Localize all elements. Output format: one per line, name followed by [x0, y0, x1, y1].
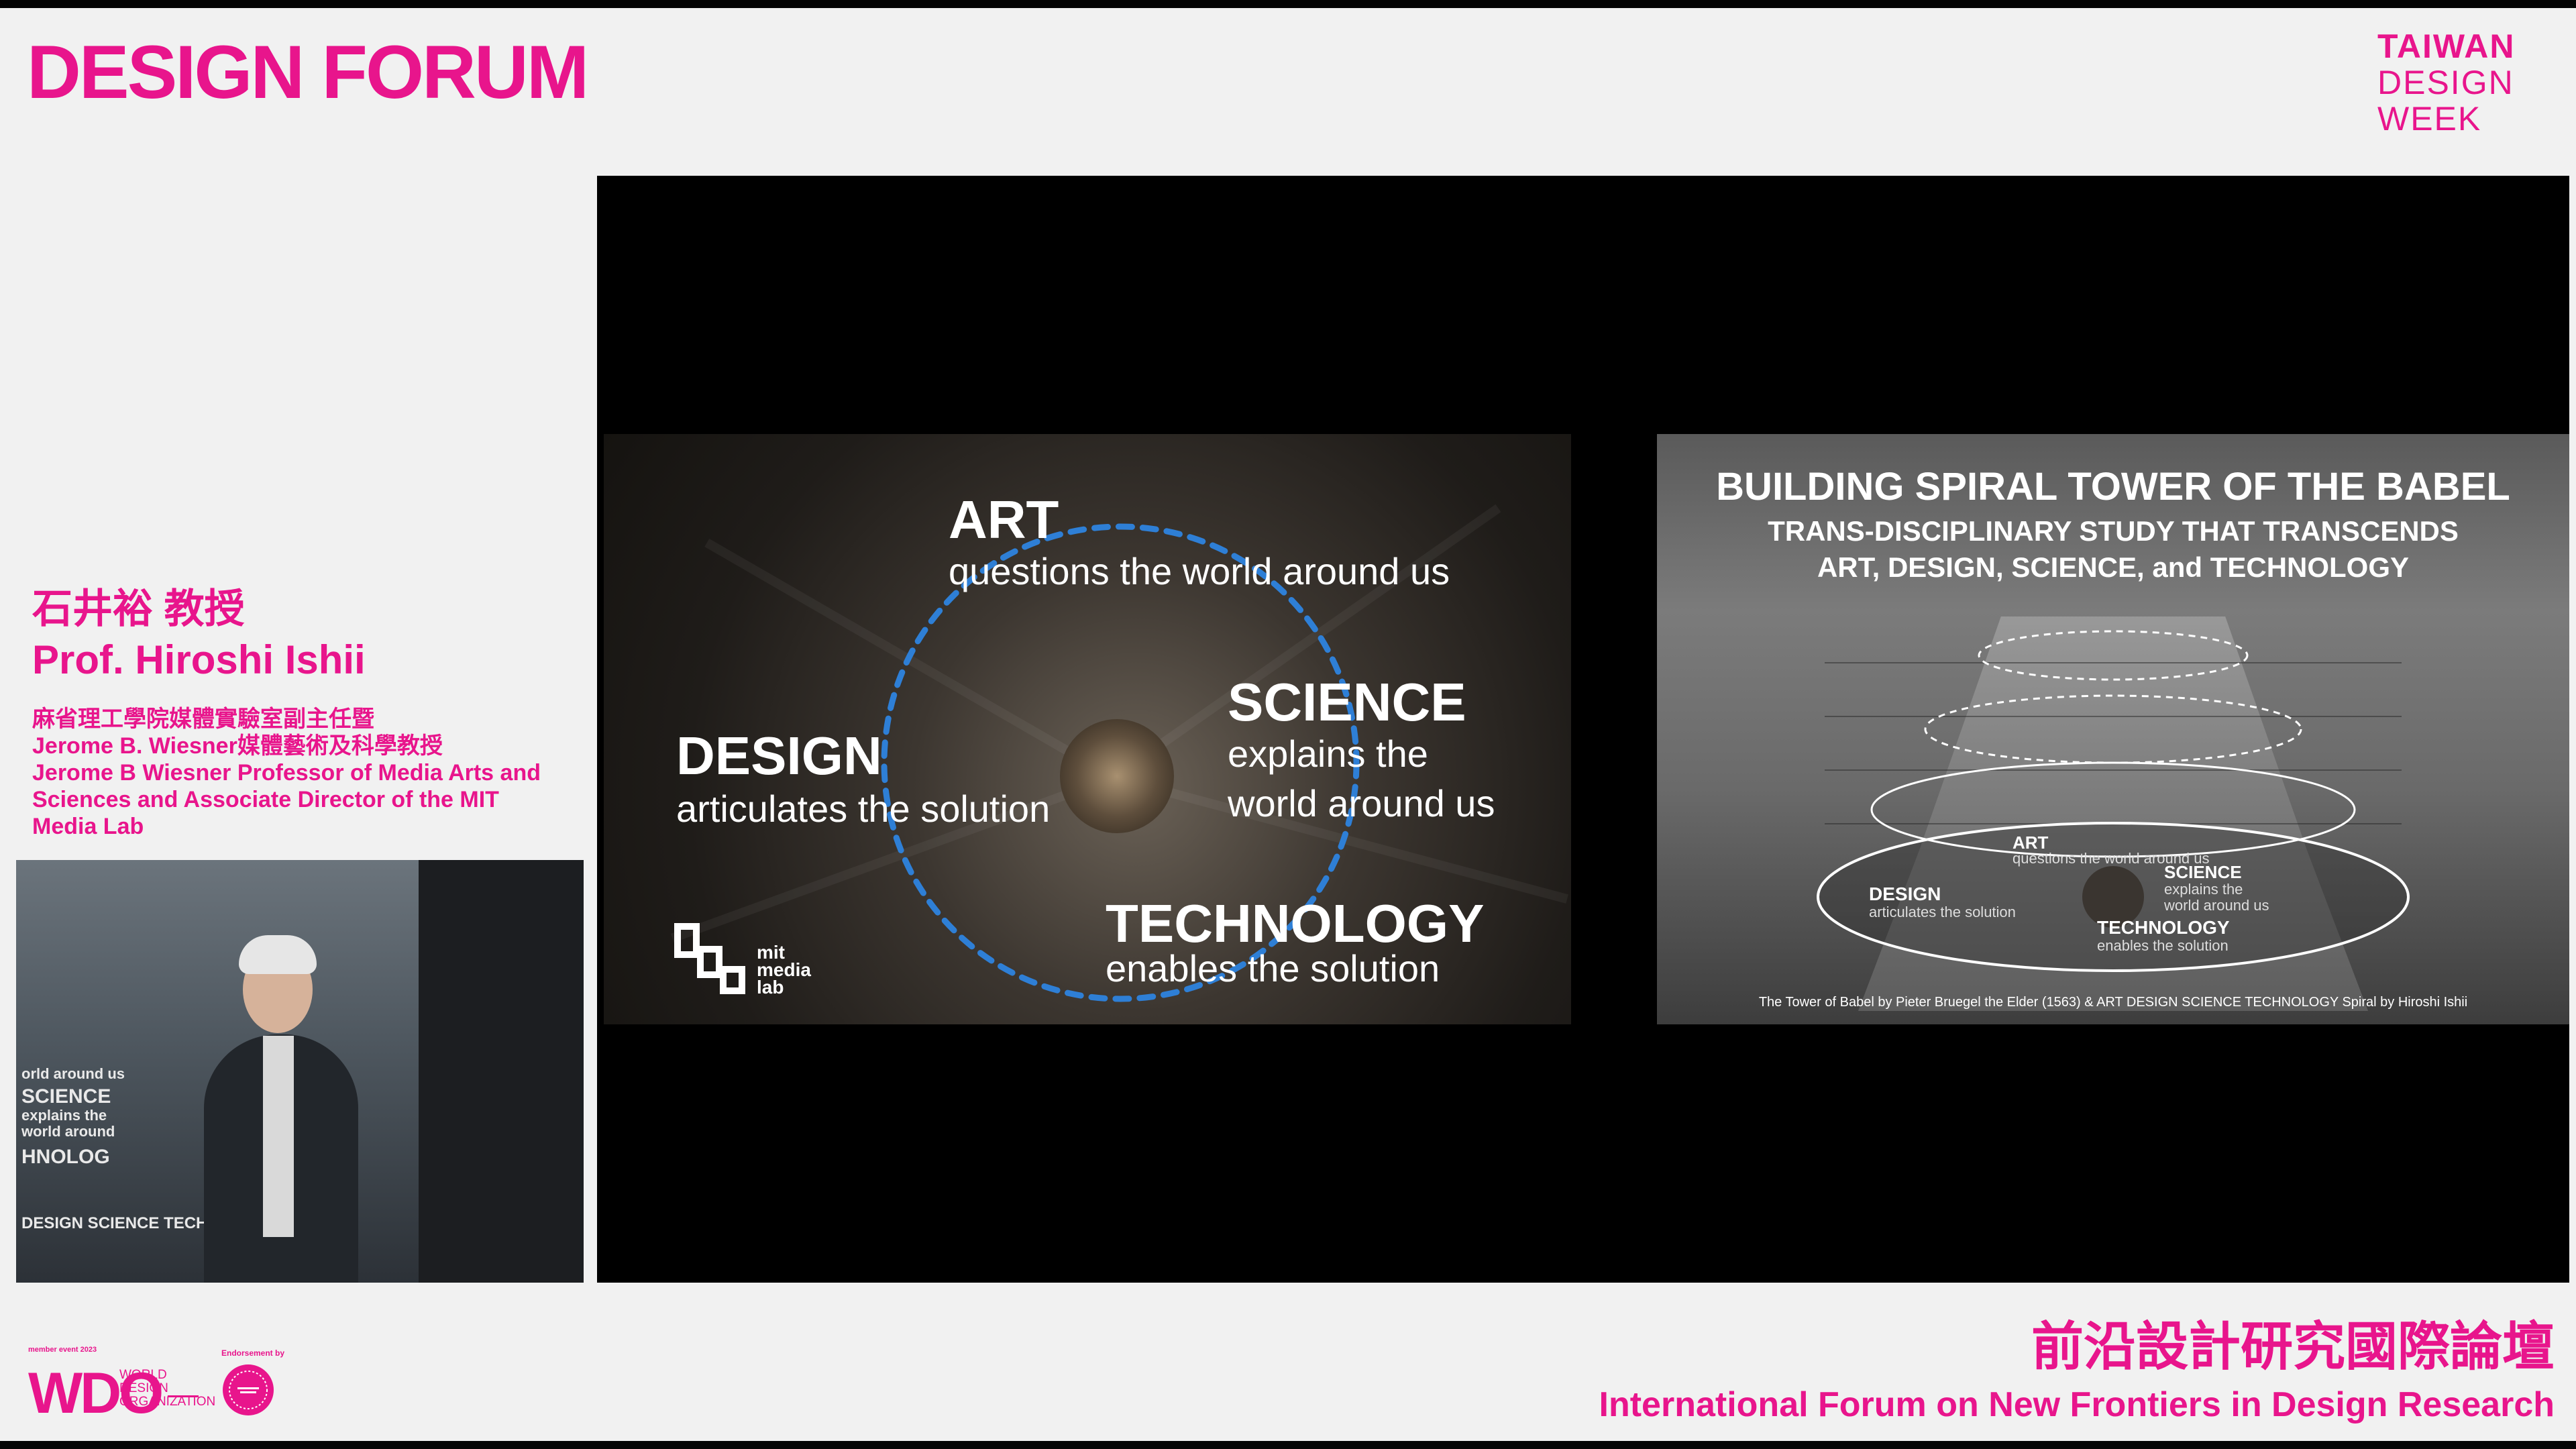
wdo-rule-divider — [168, 1395, 199, 1397]
speaker-shirt — [263, 1036, 294, 1237]
babel-subtitle-line: TRANS-DISCIPLINARY STUDY THAT TRANSCENDS — [1768, 515, 2459, 547]
taiwan-design-week-logo: TAIWAN DESIGN WEEK — [2377, 28, 2525, 137]
technology-description: enables the solution — [1106, 947, 1440, 989]
science-description-line: explains the — [1228, 733, 1428, 775]
speaker-name-english: Prof. Hiroshi Ishii — [32, 637, 366, 682]
affiliation-line: Media Lab — [32, 814, 144, 839]
spiral-label-technology-desc: enables the solution — [2097, 937, 2229, 954]
painting-credit: The Tower of Babel by Pieter Bruegel the… — [1758, 995, 2468, 1010]
technology-title: TECHNOLOGY — [1106, 894, 1485, 953]
endorsement-badge-icon — [223, 1364, 274, 1415]
wdo-organization-name: WORLD DESIGN ORGANIZATION — [119, 1368, 215, 1409]
spiral-label-art: ART — [2012, 833, 2049, 853]
speaker-video-feed[interactable]: orld around us SCIENCE explains the worl… — [16, 860, 584, 1283]
design-title: DESIGN — [676, 726, 882, 786]
video-backdrop-text: orld around us — [21, 1065, 125, 1082]
affiliation-line: Jerome B Wiesner Professor of Media Arts… — [32, 760, 541, 786]
slide-tower-of-babel: BUILDING SPIRAL TOWER OF THE BABEL TRANS… — [1657, 434, 2569, 1024]
presentation-stage: ART questions the world around us DESIGN… — [597, 176, 2569, 1283]
affiliation-line: Jerome B. Wiesner媒體藝術及科學教授 — [32, 733, 443, 759]
wordmark-line: lab — [757, 977, 784, 998]
spiral-label-science-desc: explains the — [2164, 881, 2243, 898]
logo-line-design: DESIGN — [2377, 64, 2514, 101]
wdo-org-line: ORGANIZATION — [119, 1395, 216, 1409]
babel-subtitle-line: ART, DESIGN, SCIENCE, and TECHNOLOGY — [1817, 551, 2410, 583]
speaker-name-chinese: 石井裕 教授 — [32, 586, 245, 631]
top-edge-bar — [0, 0, 2576, 8]
forum-title-chinese: 前沿設計研究國際論壇 — [2031, 1317, 2555, 1376]
spiral-label-design-desc: articulates the solution — [1869, 904, 2016, 920]
design-forum-title: DESIGN FORUM — [27, 30, 589, 114]
video-backdrop-text: SCIENCE — [21, 1085, 111, 1108]
design-description: articulates the solution — [676, 788, 1051, 830]
wdo-member-event-label: member event 2023 — [28, 1346, 97, 1354]
video-backdrop-text: DESIGN SCIENCE TECHN — [21, 1214, 219, 1232]
video-backdrop-text: explains the — [21, 1107, 107, 1124]
science-title: SCIENCE — [1228, 672, 1466, 732]
spiral-label-science-desc: world around us — [2164, 897, 2269, 914]
slide-art-design-science-technology: ART questions the world around us DESIGN… — [604, 434, 1571, 1024]
speaker-hair — [239, 935, 317, 974]
babel-title: BUILDING SPIRAL TOWER OF THE BABEL — [1716, 465, 2510, 508]
logo-line-taiwan: TAIWAN — [2377, 28, 2516, 65]
video-backdrop-text: HNOLOG — [21, 1146, 110, 1168]
mit-media-lab-logo-icon — [674, 923, 745, 994]
spiral-label-technology: TECHNOLOGY — [2097, 917, 2230, 938]
science-description-line: world around us — [1228, 782, 1495, 824]
endorsement-label: Endorsement by — [221, 1348, 285, 1358]
bottom-edge-bar — [0, 1441, 2576, 1449]
mit-media-lab-wordmark: mit media lab — [757, 943, 811, 998]
logo-line-week: WEEK — [2377, 100, 2482, 138]
video-backdrop-text: world around — [21, 1123, 115, 1140]
art-description: questions the world around us — [949, 550, 1450, 592]
affiliation-line: 麻省理工學院媒體實驗室副主任暨 — [32, 706, 374, 732]
spiral-label-design: DESIGN — [1869, 883, 1941, 904]
video-dark-panel — [419, 860, 584, 1283]
wdo-org-line: WORLD — [119, 1368, 167, 1382]
art-title: ART — [949, 490, 1059, 549]
affiliation-line: Sciences and Associate Director of the M… — [32, 787, 499, 812]
speaker-affiliation: 麻省理工學院媒體實驗室副主任暨 Jerome B. Wiesner媒體藝術及科學… — [32, 706, 582, 840]
wdo-org-line: DESIGN — [119, 1381, 168, 1395]
spiral-label-science: SCIENCE — [2164, 862, 2242, 882]
forum-title-english: International Forum on New Frontiers in … — [1599, 1385, 2555, 1424]
